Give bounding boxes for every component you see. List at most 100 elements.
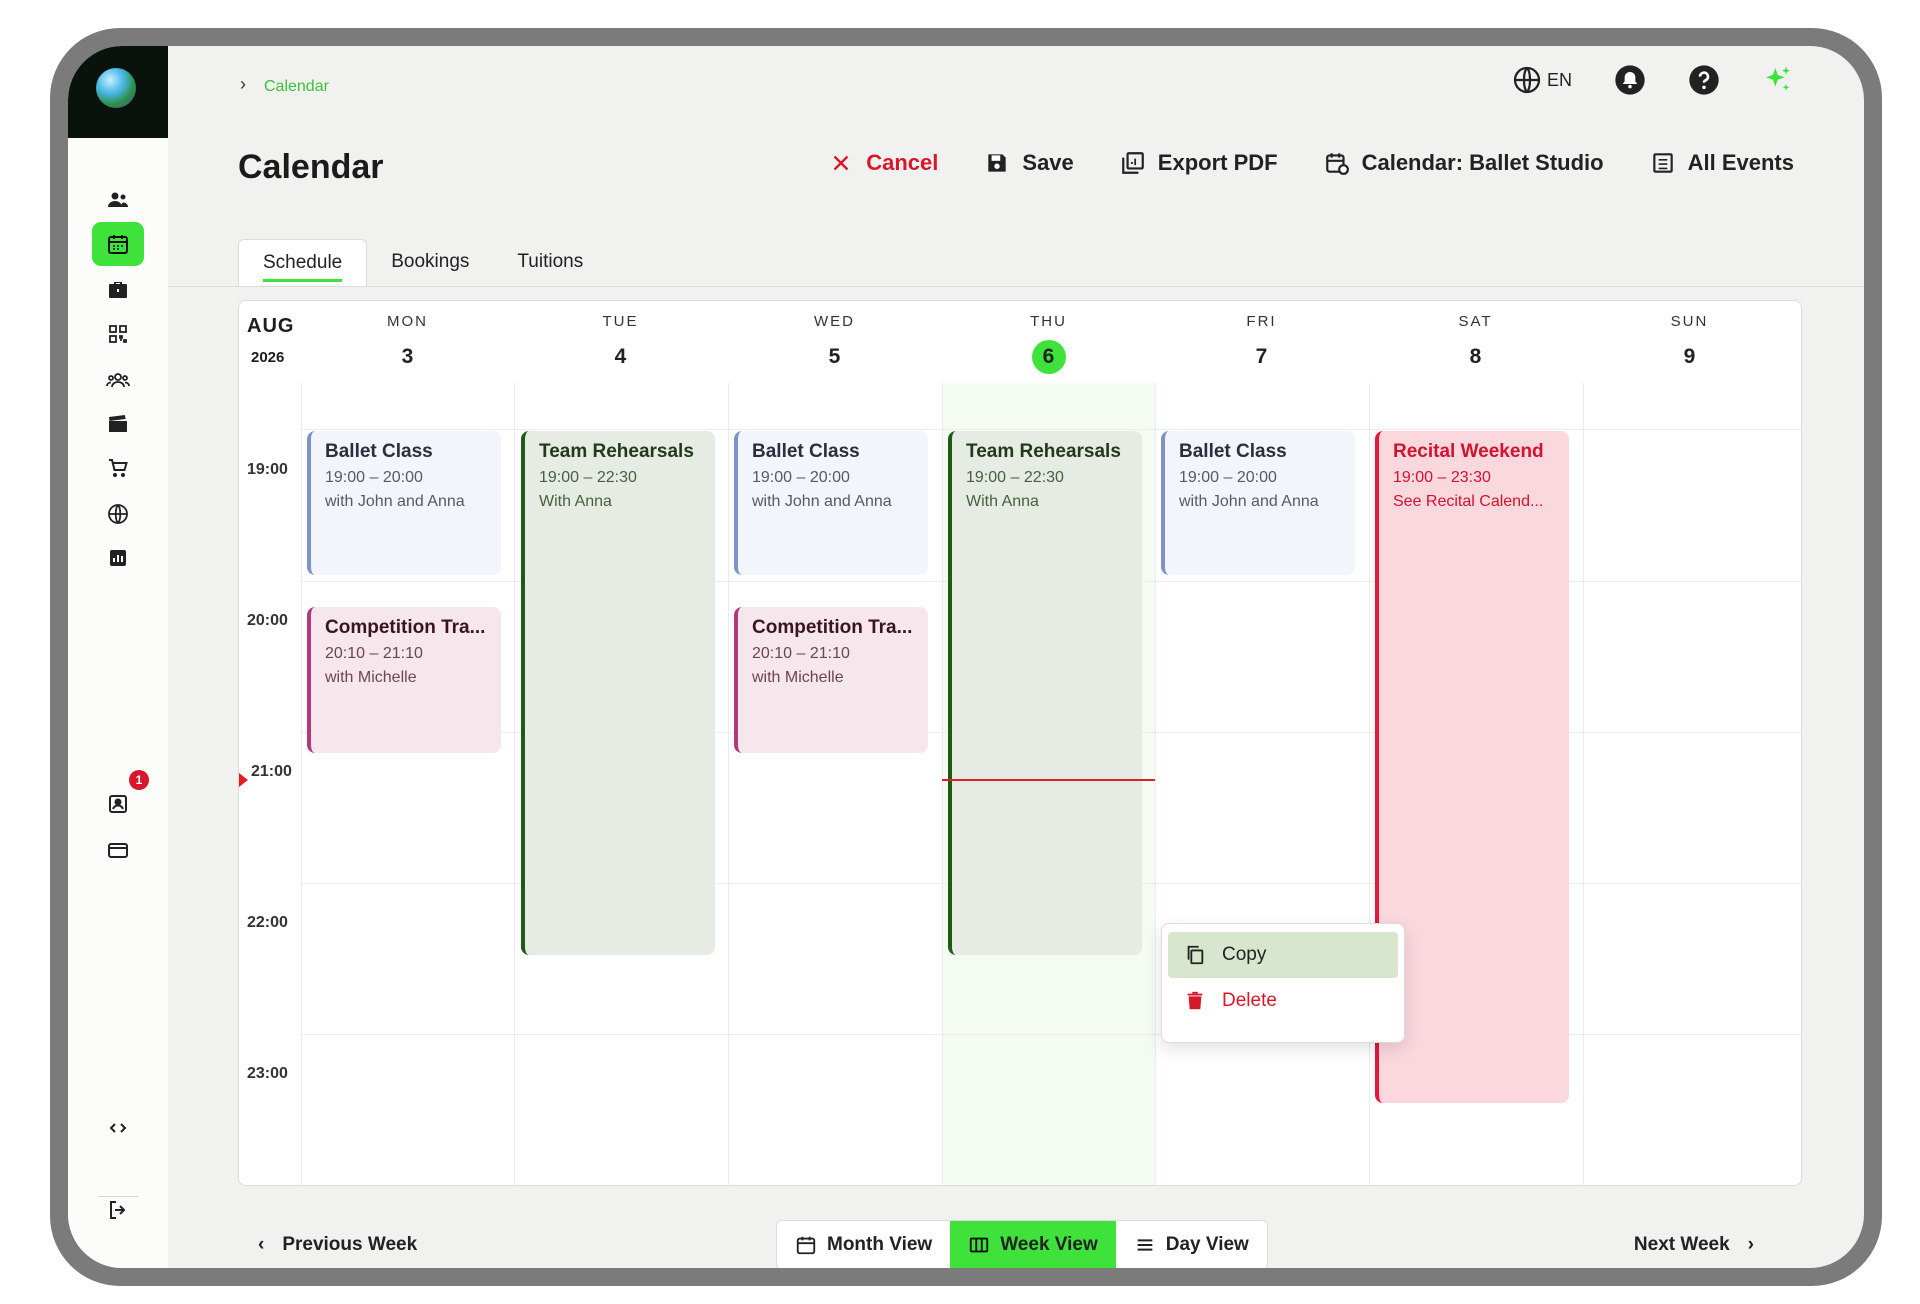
save-button[interactable]: Save (984, 150, 1074, 176)
event-title: Team Rehearsals (539, 441, 694, 462)
globe-icon[interactable] (92, 492, 144, 536)
event-title: Ballet Class (752, 441, 860, 462)
day-number: 3 (401, 345, 414, 368)
event-team-rehearsals-thu[interactable]: Team Rehearsals 19:00 – 22:30 With Anna (948, 431, 1142, 955)
report-icon[interactable] (92, 536, 144, 580)
time-label: 20:00 (247, 612, 288, 629)
day-header-wed[interactable]: WED 5 (728, 313, 941, 374)
calendar-selector-label: Calendar: Ballet Studio (1361, 150, 1604, 175)
chevron-right-icon: › (1747, 1234, 1754, 1255)
sidebar: 1 (68, 46, 168, 1268)
day-number: 8 (1469, 345, 1482, 368)
event-ballet-class-mon[interactable]: Ballet Class 19:00 – 20:00 with John and… (307, 431, 501, 575)
month-label: AUG (247, 315, 295, 337)
credit-card-icon[interactable] (92, 828, 144, 872)
close-icon (833, 155, 849, 171)
tabs-divider (168, 286, 1864, 287)
day-number: 7 (1255, 345, 1268, 368)
day-header-sat[interactable]: SAT 8 (1369, 313, 1582, 374)
logout-icon[interactable] (92, 1188, 144, 1232)
logo-block (68, 46, 168, 138)
group-icon[interactable] (92, 358, 144, 402)
grid-column-line (514, 383, 515, 1185)
briefcase-icon[interactable] (92, 268, 144, 312)
day-number: 9 (1683, 345, 1696, 368)
year-label: 2026 (251, 349, 285, 366)
save-label: Save (1022, 150, 1074, 175)
calendar-icon (796, 1236, 816, 1255)
day-view-button[interactable]: Day View (1116, 1221, 1267, 1268)
week-view-label: Week View (1000, 1234, 1098, 1255)
users-icon[interactable] (92, 178, 144, 222)
week-view-button[interactable]: Week View (950, 1221, 1116, 1268)
cart-icon[interactable] (92, 446, 144, 490)
event-team-rehearsals-tue[interactable]: Team Rehearsals 19:00 – 22:30 With Anna (521, 431, 715, 955)
event-note: with John and Anna (752, 493, 892, 510)
event-title: Competition Tra... (752, 617, 913, 638)
export-pdf-label: Export PDF (1157, 150, 1278, 175)
device-frame: 1 › Calendar EN Calendar Cancel Save Exp… (50, 28, 1882, 1286)
language-label: EN (1546, 69, 1572, 90)
breadcrumb[interactable]: Calendar (264, 78, 329, 96)
tab-tuitions[interactable]: Tuitions (493, 239, 607, 285)
chevron-left-icon: ‹ (258, 1234, 265, 1255)
day-header-thu[interactable]: THU 6 (942, 313, 1155, 374)
month-view-label: Month View (827, 1234, 933, 1255)
tab-bookings[interactable]: Bookings (367, 239, 493, 285)
event-note: With Anna (539, 493, 612, 510)
event-title: Ballet Class (1179, 441, 1287, 462)
time-label: 22:00 (247, 914, 288, 931)
delete-menu-item[interactable]: Delete (1168, 978, 1398, 1024)
export-pdf-button[interactable]: Export PDF (1120, 150, 1278, 176)
day-header-mon[interactable]: MON 3 (301, 313, 514, 374)
copy-menu-item[interactable]: Copy (1168, 932, 1398, 978)
event-note: with Michelle (752, 669, 844, 686)
event-time: 20:10 – 21:10 (325, 645, 423, 662)
all-events-button[interactable]: All Events (1650, 150, 1794, 176)
sparkle-ai-icon[interactable] (1762, 64, 1794, 96)
list-icon (1652, 153, 1673, 173)
day-header-tue[interactable]: TUE 4 (514, 313, 727, 374)
event-ballet-class-fri[interactable]: Ballet Class 19:00 – 20:00 with John and… (1161, 431, 1355, 575)
grid-column-line (728, 383, 729, 1185)
tab-schedule[interactable]: Schedule (238, 239, 368, 286)
event-title: Team Rehearsals (966, 441, 1121, 462)
code-icon[interactable] (92, 1106, 144, 1150)
event-competition-mon[interactable]: Competition Tra... 20:10 – 21:10 with Mi… (307, 607, 501, 753)
previous-week-label: Previous Week (282, 1234, 418, 1255)
day-name: SUN (1670, 313, 1709, 330)
current-time-marker (239, 773, 248, 787)
event-time: 19:00 – 23:30 (1393, 469, 1491, 486)
day-header-fri[interactable]: FRI 7 (1155, 313, 1368, 374)
calendar-icon[interactable] (92, 222, 144, 266)
day-header-sun[interactable]: SUN 9 (1583, 313, 1796, 374)
help-icon[interactable] (1688, 64, 1720, 96)
clapperboard-icon[interactable] (92, 402, 144, 446)
cancel-label: Cancel (866, 150, 939, 175)
app-logo[interactable] (96, 68, 136, 108)
day-name: WED (814, 313, 855, 330)
time-label: 21:00 (251, 763, 292, 780)
language-selector[interactable]: EN (1511, 64, 1572, 96)
current-time-line (942, 779, 1155, 781)
previous-week-button[interactable]: ‹ Previous Week (258, 1234, 417, 1256)
day-name: FRI (1246, 313, 1277, 330)
event-ballet-class-wed[interactable]: Ballet Class 19:00 – 20:00 with John and… (734, 431, 928, 575)
calendar-sync-icon (1325, 153, 1349, 175)
tab-bar: Schedule Bookings Tuitions (238, 239, 607, 289)
cancel-button[interactable]: Cancel (828, 150, 938, 176)
day-number: 5 (828, 345, 841, 368)
event-time: 19:00 – 22:30 (966, 469, 1064, 486)
bell-icon[interactable] (1614, 64, 1646, 96)
all-events-label: All Events (1687, 150, 1794, 175)
event-competition-wed[interactable]: Competition Tra... 20:10 – 21:10 with Mi… (734, 607, 928, 753)
calendar-selector-button[interactable]: Calendar: Ballet Studio (1324, 150, 1604, 176)
notification-badge: 1 (129, 770, 149, 790)
next-week-button[interactable]: Next Week › (1634, 1234, 1754, 1256)
event-note: with Michelle (325, 669, 417, 686)
month-view-button[interactable]: Month View (777, 1221, 950, 1268)
event-time: 19:00 – 20:00 (1179, 469, 1277, 486)
event-title: Ballet Class (325, 441, 433, 462)
pdf-icon (1121, 152, 1144, 174)
qr-code-icon[interactable] (92, 312, 144, 356)
